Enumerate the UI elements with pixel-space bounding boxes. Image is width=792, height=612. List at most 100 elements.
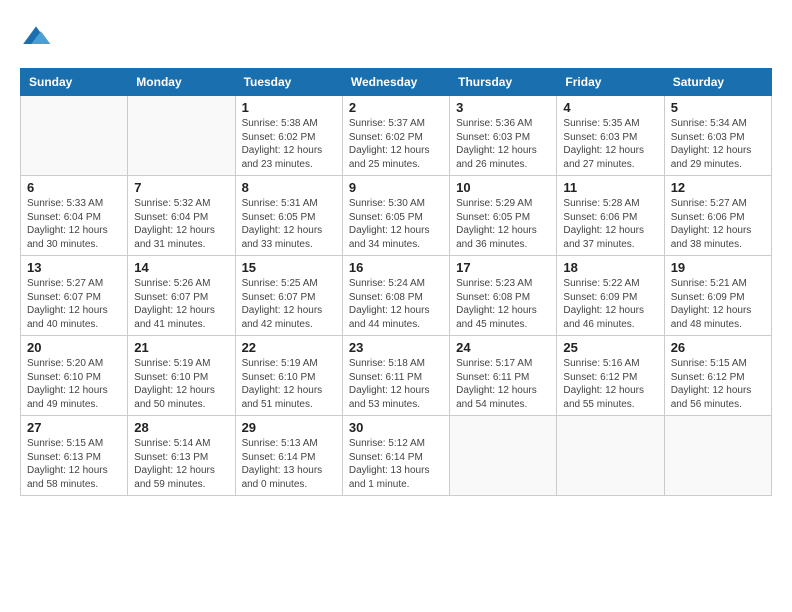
calendar-week-row: 13 Sunrise: 5:27 AM Sunset: 6:07 PM Dayli… [21, 256, 772, 336]
day-info: Sunrise: 5:37 AM Sunset: 6:02 PM Dayligh… [349, 117, 443, 171]
calendar-cell: 20Sunrise: 5:20 AM Sunset: 6:10 PM Dayli… [21, 336, 128, 416]
calendar-cell [21, 96, 128, 176]
day-info: Sunrise: 5:32 AM Sunset: 6:04 PM Dayligh… [134, 197, 228, 251]
day-info: Sunrise: 5:16 AM Sunset: 6:12 PM Dayligh… [563, 357, 657, 411]
weekday-header-wednesday: Wednesday [342, 69, 449, 96]
day-info: Sunrise: 5:19 AM Sunset: 6:10 PM Dayligh… [134, 357, 228, 411]
calendar-cell [664, 416, 771, 496]
day-number: 14 [134, 260, 228, 275]
calendar-cell: 28 Sunrise: 5:14 AM Sunset: 6:13 PM Dayli… [128, 416, 235, 496]
calendar-cell: 26 Sunrise: 5:15 AM Sunset: 6:12 PM Dayli… [664, 336, 771, 416]
weekday-header-sunday: Sunday [21, 69, 128, 96]
weekday-header-tuesday: Tuesday [235, 69, 342, 96]
day-number: 25 [563, 340, 657, 355]
day-number: 10 [456, 180, 550, 195]
day-info: Sunrise: 5:36 AM Sunset: 6:03 PM Dayligh… [456, 117, 550, 171]
weekday-header-thursday: Thursday [450, 69, 557, 96]
calendar-header-row: SundayMondayTuesdayWednesdayThursdayFrid… [21, 69, 772, 96]
day-number: 6 [27, 180, 121, 195]
day-info: Sunrise: 5:21 AM Sunset: 6:09 PM Dayligh… [671, 277, 765, 331]
calendar-cell: 22 Sunrise: 5:19 AM Sunset: 6:10 PM Dayli… [235, 336, 342, 416]
day-info: Sunrise: 5:25 AM Sunset: 6:07 PM Dayligh… [242, 277, 336, 331]
day-number: 2 [349, 100, 443, 115]
calendar-table: SundayMondayTuesdayWednesdayThursdayFrid… [20, 68, 772, 496]
day-number: 15 [242, 260, 336, 275]
calendar-cell: 27 Sunrise: 5:15 AM Sunset: 6:13 PM Dayli… [21, 416, 128, 496]
day-number: 1 [242, 100, 336, 115]
calendar-cell: 14 Sunrise: 5:26 AM Sunset: 6:07 PM Dayli… [128, 256, 235, 336]
day-number: 17 [456, 260, 550, 275]
calendar-cell: 11 Sunrise: 5:28 AM Sunset: 6:06 PM Dayli… [557, 176, 664, 256]
day-number: 22 [242, 340, 336, 355]
calendar-cell: 30 Sunrise: 5:12 AM Sunset: 6:14 PM Dayli… [342, 416, 449, 496]
calendar-week-row: 20Sunrise: 5:20 AM Sunset: 6:10 PM Dayli… [21, 336, 772, 416]
calendar-cell: 2 Sunrise: 5:37 AM Sunset: 6:02 PM Daylig… [342, 96, 449, 176]
day-number: 28 [134, 420, 228, 435]
calendar-cell: 10 Sunrise: 5:29 AM Sunset: 6:05 PM Dayli… [450, 176, 557, 256]
day-info: Sunrise: 5:15 AM Sunset: 6:13 PM Dayligh… [27, 437, 121, 491]
day-info: Sunrise: 5:20 AM Sunset: 6:10 PM Dayligh… [27, 357, 121, 411]
day-info: Sunrise: 5:24 AM Sunset: 6:08 PM Dayligh… [349, 277, 443, 331]
day-info: Sunrise: 5:33 AM Sunset: 6:04 PM Dayligh… [27, 197, 121, 251]
weekday-header-friday: Friday [557, 69, 664, 96]
day-number: 30 [349, 420, 443, 435]
day-number: 12 [671, 180, 765, 195]
day-info: Sunrise: 5:38 AM Sunset: 6:02 PM Dayligh… [242, 117, 336, 171]
calendar-cell: 13 Sunrise: 5:27 AM Sunset: 6:07 PM Dayli… [21, 256, 128, 336]
day-number: 18 [563, 260, 657, 275]
day-info: Sunrise: 5:27 AM Sunset: 6:07 PM Dayligh… [27, 277, 121, 331]
calendar-cell: 21 Sunrise: 5:19 AM Sunset: 6:10 PM Dayli… [128, 336, 235, 416]
day-info: Sunrise: 5:28 AM Sunset: 6:06 PM Dayligh… [563, 197, 657, 251]
calendar-cell: 18 Sunrise: 5:22 AM Sunset: 6:09 PM Dayli… [557, 256, 664, 336]
day-number: 16 [349, 260, 443, 275]
day-info: Sunrise: 5:18 AM Sunset: 6:11 PM Dayligh… [349, 357, 443, 411]
day-number: 27 [27, 420, 121, 435]
calendar-cell [450, 416, 557, 496]
calendar-cell: 23 Sunrise: 5:18 AM Sunset: 6:11 PM Dayli… [342, 336, 449, 416]
day-info: Sunrise: 5:26 AM Sunset: 6:07 PM Dayligh… [134, 277, 228, 331]
weekday-header-monday: Monday [128, 69, 235, 96]
calendar-cell: 8 Sunrise: 5:31 AM Sunset: 6:05 PM Daylig… [235, 176, 342, 256]
day-info: Sunrise: 5:27 AM Sunset: 6:06 PM Dayligh… [671, 197, 765, 251]
day-number: 8 [242, 180, 336, 195]
calendar-cell [128, 96, 235, 176]
day-number: 11 [563, 180, 657, 195]
day-info: Sunrise: 5:13 AM Sunset: 6:14 PM Dayligh… [242, 437, 336, 491]
day-number: 24 [456, 340, 550, 355]
day-number: 13 [27, 260, 121, 275]
calendar-cell: 16 Sunrise: 5:24 AM Sunset: 6:08 PM Dayli… [342, 256, 449, 336]
day-number: 4 [563, 100, 657, 115]
day-number: 21 [134, 340, 228, 355]
day-info: Sunrise: 5:19 AM Sunset: 6:10 PM Dayligh… [242, 357, 336, 411]
day-info: Sunrise: 5:14 AM Sunset: 6:13 PM Dayligh… [134, 437, 228, 491]
day-info: Sunrise: 5:34 AM Sunset: 6:03 PM Dayligh… [671, 117, 765, 171]
day-info: Sunrise: 5:15 AM Sunset: 6:12 PM Dayligh… [671, 357, 765, 411]
day-info: Sunrise: 5:30 AM Sunset: 6:05 PM Dayligh… [349, 197, 443, 251]
calendar-cell: 4Sunrise: 5:35 AM Sunset: 6:03 PM Daylig… [557, 96, 664, 176]
calendar-cell: 3 Sunrise: 5:36 AM Sunset: 6:03 PM Daylig… [450, 96, 557, 176]
calendar-cell: 7 Sunrise: 5:32 AM Sunset: 6:04 PM Daylig… [128, 176, 235, 256]
day-info: Sunrise: 5:22 AM Sunset: 6:09 PM Dayligh… [563, 277, 657, 331]
day-info: Sunrise: 5:29 AM Sunset: 6:05 PM Dayligh… [456, 197, 550, 251]
day-info: Sunrise: 5:12 AM Sunset: 6:14 PM Dayligh… [349, 437, 443, 491]
calendar-cell: 15 Sunrise: 5:25 AM Sunset: 6:07 PM Dayli… [235, 256, 342, 336]
calendar-cell: 9Sunrise: 5:30 AM Sunset: 6:05 PM Daylig… [342, 176, 449, 256]
calendar-cell: 5Sunrise: 5:34 AM Sunset: 6:03 PM Daylig… [664, 96, 771, 176]
calendar-cell: 29Sunrise: 5:13 AM Sunset: 6:14 PM Dayli… [235, 416, 342, 496]
day-number: 7 [134, 180, 228, 195]
logo-icon [20, 20, 52, 52]
weekday-header-saturday: Saturday [664, 69, 771, 96]
day-info: Sunrise: 5:31 AM Sunset: 6:05 PM Dayligh… [242, 197, 336, 251]
calendar-cell: 24 Sunrise: 5:17 AM Sunset: 6:11 PM Dayli… [450, 336, 557, 416]
calendar-cell: 1 Sunrise: 5:38 AM Sunset: 6:02 PM Daylig… [235, 96, 342, 176]
calendar-cell: 12 Sunrise: 5:27 AM Sunset: 6:06 PM Dayli… [664, 176, 771, 256]
calendar-cell: 6 Sunrise: 5:33 AM Sunset: 6:04 PM Daylig… [21, 176, 128, 256]
calendar-week-row: 6 Sunrise: 5:33 AM Sunset: 6:04 PM Daylig… [21, 176, 772, 256]
calendar-week-row: 1 Sunrise: 5:38 AM Sunset: 6:02 PM Daylig… [21, 96, 772, 176]
day-number: 3 [456, 100, 550, 115]
day-info: Sunrise: 5:17 AM Sunset: 6:11 PM Dayligh… [456, 357, 550, 411]
day-number: 23 [349, 340, 443, 355]
calendar-cell [557, 416, 664, 496]
day-number: 26 [671, 340, 765, 355]
calendar-cell: 17Sunrise: 5:23 AM Sunset: 6:08 PM Dayli… [450, 256, 557, 336]
